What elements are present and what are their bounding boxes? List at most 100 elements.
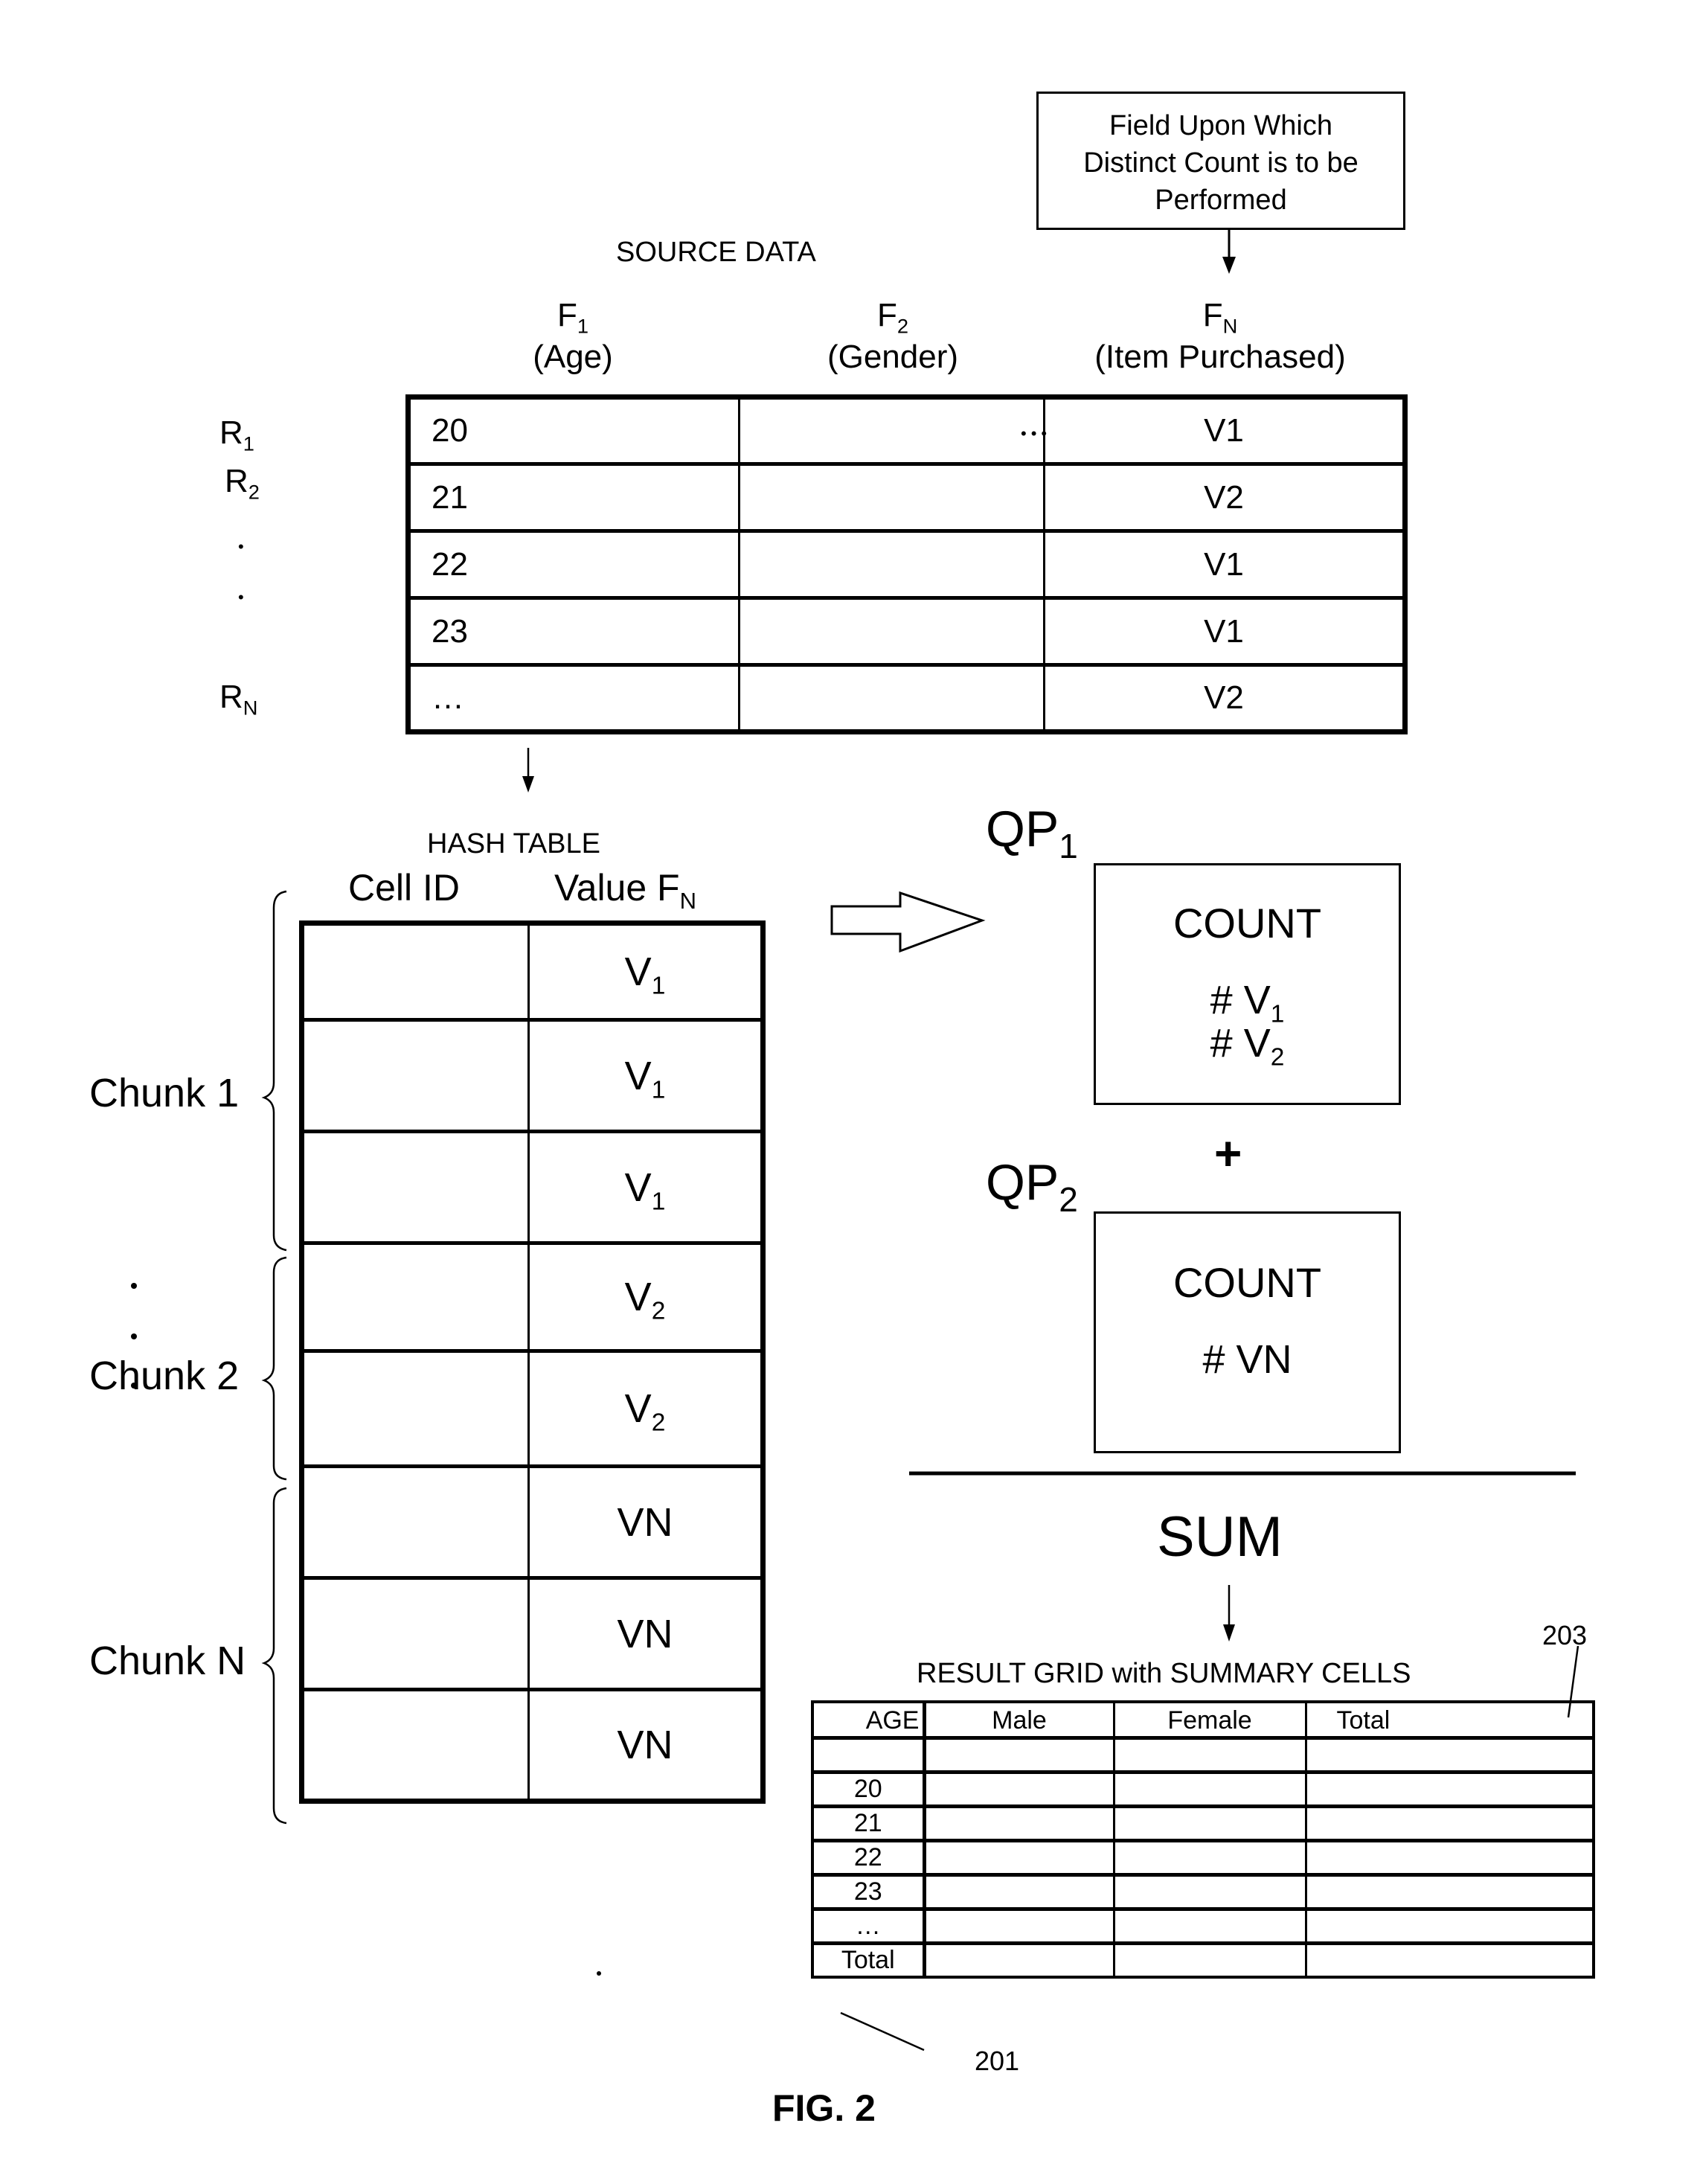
source-data-table: 20 V1 21 V2 22 V1 23 V1 … V2	[405, 394, 1408, 734]
summary-cell	[922, 1770, 1114, 1806]
source-cell-item: V1	[1043, 397, 1405, 464]
summary-cell	[1304, 1804, 1594, 1840]
plus-sign: +	[1214, 1127, 1242, 1180]
hash-row: VN	[301, 1464, 763, 1578]
field-desc: (Gender)	[827, 339, 959, 375]
result-row-label: 20	[812, 1770, 924, 1806]
block-arrow-icon	[830, 891, 986, 953]
summary-cell	[1304, 1770, 1594, 1806]
hash-cell-value: V1	[624, 950, 666, 1000]
source-cell-age: 21	[407, 462, 740, 531]
source-cell-age: …	[407, 663, 740, 732]
hash-table-title: HASH TABLE	[427, 828, 601, 859]
source-cell-item: V2	[1043, 462, 1405, 531]
source-cell-age: 23	[407, 596, 740, 665]
result-row-label: 22	[812, 1838, 924, 1874]
summary-cell	[1112, 1906, 1306, 1943]
source-cell-gender	[738, 462, 1045, 531]
count-title: COUNT	[1173, 900, 1322, 947]
stray-dot	[597, 1971, 601, 1976]
summary-cell	[1112, 1838, 1306, 1874]
result-row-label	[812, 1735, 924, 1772]
hash-cell-id	[301, 1018, 530, 1132]
hash-row: VN	[301, 1576, 763, 1690]
callout-line: Distinct Count is to be	[1083, 147, 1359, 179]
source-cell-age: 22	[407, 529, 740, 598]
field-name: F	[876, 297, 897, 333]
qp1-count-box: COUNT # V1 # V2	[1094, 863, 1401, 1105]
summary-cell	[1304, 1872, 1594, 1909]
result-header-cell: AGE	[865, 1706, 920, 1735]
hash-cell-id	[301, 1349, 530, 1467]
field-sub: 2	[896, 314, 909, 338]
summary-cell	[922, 1838, 1114, 1874]
qp-label: QP2	[986, 1154, 1078, 1220]
hash-cell-id	[301, 1464, 530, 1578]
source-cell-gender	[738, 663, 1045, 732]
sum-arrow	[1223, 1585, 1235, 1642]
source-cell-gender	[738, 529, 1045, 598]
sum-label: SUM	[1157, 1505, 1283, 1569]
result-row: 22	[812, 1838, 1594, 1874]
hash-row: V1	[301, 1018, 763, 1132]
hash-cell-value: V1	[528, 1130, 763, 1243]
callout-box: Field Upon Which Distinct Count is to be…	[1036, 92, 1405, 230]
ref-203: 203	[1542, 1620, 1588, 1650]
hash-row: VN	[301, 1688, 763, 1802]
result-row	[812, 1735, 1594, 1772]
count-line: # VN	[1202, 1337, 1292, 1382]
row-label: •	[238, 588, 244, 606]
hash-row: V2	[301, 1241, 763, 1351]
source-row: 23 V1	[407, 596, 1405, 665]
row-label: R1	[219, 414, 254, 455]
count-line: # V1	[1210, 978, 1285, 1028]
result-header-cell: Total	[1304, 1702, 1594, 1738]
source-cell-age: 20	[407, 397, 740, 464]
source-row: 22 V1	[407, 529, 1405, 598]
hash-cell-id	[301, 923, 530, 1020]
source-cell-gender	[738, 397, 1045, 464]
source-to-hash-arrow	[522, 748, 534, 792]
count-line: # V2	[1210, 1021, 1285, 1072]
summary-cell	[1304, 1735, 1594, 1772]
result-row: …	[812, 1906, 1594, 1943]
qp-label: QP1	[986, 801, 1078, 866]
chunk-dot	[131, 1333, 137, 1339]
result-row: 23	[812, 1872, 1594, 1909]
brace-chunk-n	[261, 1487, 287, 1825]
result-grid-table: AGE Male Female Total 20 21 22 23… Total	[811, 1700, 1595, 1979]
hash-cell-value: VN	[528, 1464, 763, 1578]
count-title: COUNT	[1173, 1259, 1322, 1306]
summary-cell	[1304, 1906, 1594, 1943]
hash-row: V2	[301, 1349, 763, 1467]
hash-row: V1	[301, 923, 763, 1020]
result-grid-title: RESULT GRID with SUMMARY CELLS	[917, 1658, 1411, 1689]
summary-cell	[922, 1941, 1114, 1977]
summary-cell	[922, 1804, 1114, 1840]
source-row: 20 V1	[407, 397, 1405, 464]
ellipsis-marker: •••	[1021, 424, 1052, 443]
hash-cell-value: VN	[528, 1688, 763, 1802]
hash-cell-value: VN	[528, 1576, 763, 1690]
hash-cell-id	[301, 1576, 530, 1690]
result-header-cell: Male	[922, 1702, 1114, 1738]
source-col-header: F1 (Age)	[484, 299, 662, 374]
result-row-label: …	[812, 1906, 924, 1943]
row-label: R2	[225, 463, 260, 504]
summary-cell	[922, 1735, 1114, 1772]
figure-label: FIG. 2	[772, 2087, 876, 2129]
source-cell-item: V2	[1043, 663, 1405, 732]
field-sub: N	[1222, 314, 1238, 338]
chunk-label: Chunk 2	[89, 1354, 240, 1398]
field-sub: 1	[577, 314, 589, 338]
hash-cell-value: V2	[528, 1349, 763, 1467]
hash-cell-id	[301, 1130, 530, 1243]
result-row-label: 23	[812, 1872, 924, 1909]
summary-cell	[1304, 1838, 1594, 1874]
source-cell-item: V1	[1043, 596, 1405, 665]
source-cell-item: V1	[1043, 529, 1405, 598]
chunk-braces	[261, 890, 287, 1825]
summary-cell	[922, 1872, 1114, 1909]
hash-col-value: Value FN	[554, 867, 696, 914]
summary-cell	[1304, 1941, 1594, 1977]
